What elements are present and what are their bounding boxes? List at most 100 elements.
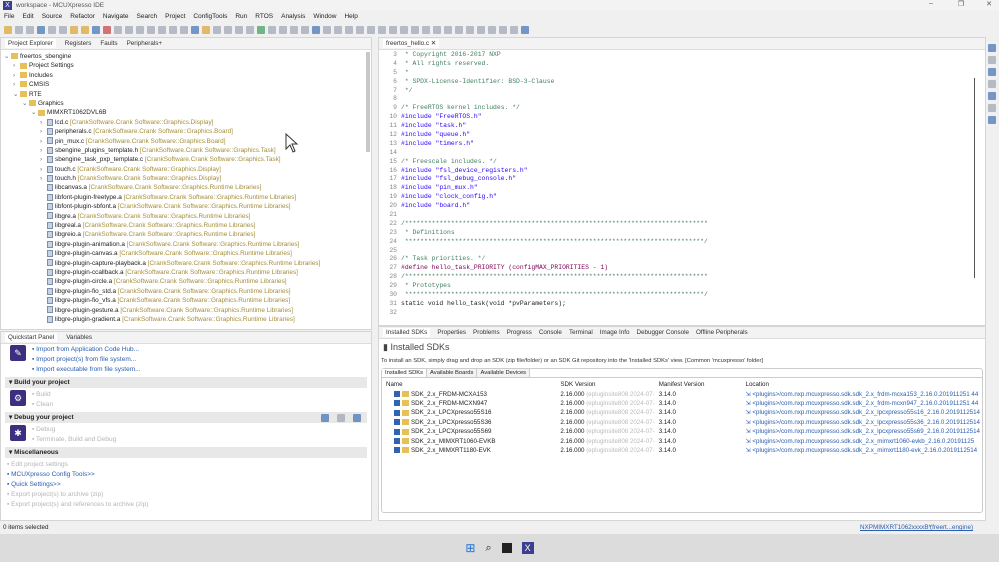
toolbar-button-icon[interactable]	[334, 25, 342, 34]
column-header[interactable]: Manifest Version	[657, 380, 744, 389]
debug-probe-icon[interactable]	[321, 414, 329, 422]
status-nxp-link[interactable]: NXP	[860, 524, 873, 531]
toolbar-button-icon[interactable]	[103, 25, 111, 34]
chevron-right-icon[interactable]: ›	[40, 165, 47, 174]
column-header[interactable]: SDK Version	[558, 380, 656, 389]
toolbar-button-icon[interactable]	[389, 25, 397, 34]
tree-item[interactable]: › Project Settings	[4, 61, 371, 70]
terminal-app-icon[interactable]	[501, 543, 512, 553]
maximize-button[interactable]: ❐	[952, 0, 970, 8]
toolbar-button-icon[interactable]	[191, 25, 199, 34]
menu-file[interactable]: File	[4, 13, 14, 20]
toolbar-button-icon[interactable]	[125, 25, 133, 34]
sdk-checkbox[interactable]	[394, 390, 400, 397]
toolbar-button-icon[interactable]	[224, 25, 232, 34]
close-button[interactable]: ✕	[980, 0, 998, 8]
subtab-installed-sdks[interactable]: Installed SDKs	[382, 369, 428, 377]
toolbar-button-icon[interactable]	[26, 25, 34, 34]
status-project-link[interactable]: (freert...engine)	[930, 524, 973, 531]
toolbar-button-icon[interactable]	[81, 25, 89, 34]
tree-item[interactable]: › lcd.c [CrankSoftware.Crank Software::Gr…	[4, 118, 371, 127]
tree-item[interactable]: › touch.c [CrankSoftware.Crank Software::…	[4, 165, 371, 174]
menu-help[interactable]: Help	[344, 13, 357, 20]
toolbar-button-icon[interactable]	[323, 25, 331, 34]
misc-link[interactable]: ▪ Edit project settings	[7, 460, 371, 470]
sdk-row[interactable]: SDK_2.x_FRDM-MCXN947 2.16.000 (epluginsit…	[382, 399, 982, 408]
chevron-down-icon[interactable]: ⌄	[4, 52, 11, 61]
tab-debugger-console[interactable]: Debugger Console	[637, 329, 690, 336]
menu-analysis[interactable]: Analysis	[281, 13, 305, 20]
tree-item[interactable]: libgre-plugin-animation.a [CrankSoftware…	[4, 240, 371, 249]
sdk-checkbox[interactable]	[394, 437, 400, 444]
misc-link[interactable]: ▪ Quick Settings>>	[7, 480, 371, 490]
search-icon[interactable]: ⌕	[485, 542, 491, 555]
debug-probe-2-icon[interactable]	[337, 414, 345, 422]
quickstart-link[interactable]: ▪ Debug	[32, 425, 116, 435]
sdk-row[interactable]: SDK_2.x_FRDM-MCXA153 2.16.000 (epluginsit…	[382, 389, 982, 398]
chevron-right-icon[interactable]: ›	[13, 71, 20, 80]
toolbar-button-icon[interactable]	[312, 25, 320, 34]
toolbar-button-icon[interactable]	[136, 25, 144, 34]
menu-window[interactable]: Window	[313, 13, 336, 20]
tree-item[interactable]: libgre-plugin-fio_vfs.a [CrankSoftware.C…	[4, 296, 371, 305]
tab-registers[interactable]: Registers	[65, 40, 92, 47]
toolbar-button-icon[interactable]	[92, 25, 100, 34]
chevron-right-icon[interactable]: ›	[13, 80, 20, 89]
toolbar-button-icon[interactable]	[466, 25, 474, 34]
tree-item[interactable]: libgre-plugin-gesture.a [CrankSoftware.C…	[4, 306, 371, 315]
menu-project[interactable]: Project	[165, 13, 185, 20]
toolbar-button-icon[interactable]	[213, 25, 221, 34]
sdk-checkbox[interactable]	[394, 428, 400, 435]
quickstart-link[interactable]: ▪ Import project(s) from file system...	[32, 355, 141, 365]
toolbar-button-icon[interactable]	[180, 25, 188, 34]
toolbar-button-icon[interactable]	[48, 25, 56, 34]
quickstart-link[interactable]: ▪ Build	[32, 390, 53, 400]
menu-refactor[interactable]: Refactor	[70, 13, 95, 20]
menu-source[interactable]: Source	[42, 13, 63, 20]
tab-peripherals-[interactable]: Peripherals+	[127, 40, 163, 47]
tree-scrollbar[interactable]	[366, 52, 370, 152]
chevron-right-icon[interactable]: ›	[40, 146, 47, 155]
chevron-down-icon[interactable]: ⌄	[22, 99, 29, 108]
tab-quickstart-panel[interactable]: Quickstart Panel	[5, 333, 58, 342]
tree-item[interactable]: libgreal.a [CrankSoftware.Crank Software…	[4, 221, 371, 230]
toolbar-button-icon[interactable]	[488, 25, 496, 34]
editor-scrollbar[interactable]	[974, 78, 975, 278]
build-section-header[interactable]: ▾ Build your project	[5, 377, 367, 388]
toolbar-button-icon[interactable]	[169, 25, 177, 34]
menu-navigate[interactable]: Navigate	[103, 13, 129, 20]
toolbar-button-icon[interactable]	[147, 25, 155, 34]
tab-console[interactable]: Console	[539, 329, 562, 336]
subtab-available-boards[interactable]: Available Boards	[427, 369, 478, 377]
tab-offline-peripherals[interactable]: Offline Peripherals	[696, 329, 748, 336]
sdk-row[interactable]: SDK_2.x_LPCXpresso55S69 2.16.000 (eplugin…	[382, 427, 982, 436]
toolbar-button-icon[interactable]	[158, 25, 166, 34]
toolbar-button-icon[interactable]	[378, 25, 386, 34]
tree-item[interactable]: › peripherals.c [CrankSoftware.Crank Soft…	[4, 127, 371, 136]
toolbar-button-icon[interactable]	[367, 25, 375, 34]
tree-item[interactable]: › touch.h [CrankSoftware.Crank Software::…	[4, 174, 371, 183]
sdk-checkbox[interactable]	[394, 447, 400, 454]
toolbar-button-icon[interactable]	[521, 25, 529, 34]
tree-item[interactable]: › sbengine_task_pxp_template.c [CrankSoft…	[4, 155, 371, 164]
chevron-right-icon[interactable]: ›	[40, 174, 47, 183]
toolbar-button-icon[interactable]	[356, 25, 364, 34]
toolbar-button-icon[interactable]	[4, 25, 12, 34]
tree-item[interactable]: › pin_mux.c [CrankSoftware.Crank Software…	[4, 137, 371, 146]
toolbar-button-icon[interactable]	[37, 25, 45, 34]
toolbar-button-icon[interactable]	[455, 25, 463, 34]
subtab-available-devices[interactable]: Available Devices	[477, 369, 531, 377]
toolbar-button-icon[interactable]	[15, 25, 23, 34]
start-icon[interactable]: ⊞	[465, 541, 475, 555]
tab-variables[interactable]: Variables	[66, 334, 92, 341]
toolbar-button-icon[interactable]	[499, 25, 507, 34]
tree-item[interactable]: ⌄ freertos_sbengine	[4, 52, 371, 61]
toolbar-button-icon[interactable]	[114, 25, 122, 34]
sdk-row[interactable]: SDK_2.x_LPCXpresso55S36 2.16.000 (eplugin…	[382, 418, 982, 427]
quickstart-link[interactable]: ▪ Import executable from file system...	[32, 365, 141, 375]
tab-image-info[interactable]: Image Info	[600, 329, 630, 336]
chevron-right-icon[interactable]: ›	[40, 155, 47, 164]
status-device-link[interactable]: MIMXRT1062xxxxB*	[873, 524, 931, 531]
chevron-right-icon[interactable]: ›	[40, 137, 47, 146]
toolbar-button-icon[interactable]	[246, 25, 254, 34]
